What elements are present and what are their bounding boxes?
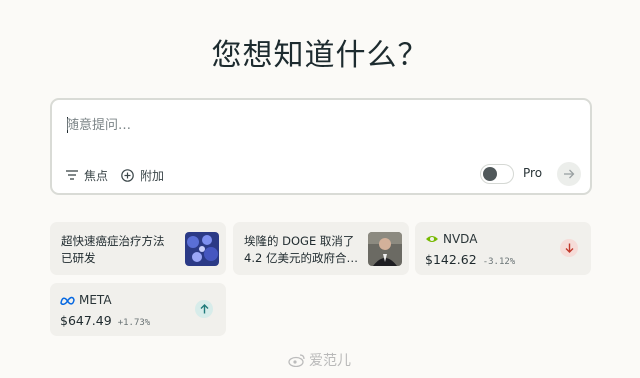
news-title-line: 埃隆的 DOGE 取消了 <box>244 234 355 248</box>
pro-toggle[interactable] <box>480 164 514 184</box>
news-card-doge[interactable]: 埃隆的 DOGE 取消了 4.2 亿美元的政府合… <box>233 222 409 275</box>
stock-price-row: $647.49 +1.73% <box>60 313 150 328</box>
focus-label: 焦点 <box>84 168 109 183</box>
news-card-cancer[interactable]: 超快速癌症治疗方法 已研发 <box>50 222 226 275</box>
submit-button[interactable] <box>557 162 581 186</box>
news-thumbnail <box>368 232 402 266</box>
pro-label: Pro <box>523 166 543 180</box>
person-image-icon <box>368 232 402 266</box>
news-thumbnail <box>185 232 219 266</box>
page-title: 您想知道什么？ <box>211 38 429 73</box>
attach-button[interactable]: 附加 <box>121 165 164 185</box>
molecule-image-icon <box>185 232 219 266</box>
toggle-knob <box>483 167 497 181</box>
meta-logo-icon <box>60 296 75 305</box>
news-title: 埃隆的 DOGE 取消了 4.2 亿美元的政府合… <box>244 233 358 267</box>
news-title: 超快速癌症治疗方法 已研发 <box>61 233 165 267</box>
arrow-up-icon <box>200 304 208 314</box>
stock-ticker: NVDA <box>443 232 478 246</box>
focus-button[interactable]: 焦点 <box>66 165 108 185</box>
stock-header: META <box>60 293 112 307</box>
stock-header: NVDA <box>425 232 477 246</box>
arrow-down-icon <box>565 243 573 253</box>
stock-price: $142.62 <box>425 252 477 267</box>
stock-price: $647.49 <box>60 313 112 328</box>
watermark-text: 爱范儿 <box>309 353 351 369</box>
ask-box[interactable]: 焦点 附加 Pro <box>50 98 592 195</box>
watermark: 爱范儿 <box>288 350 351 370</box>
stock-card-nvda[interactable]: NVDA $142.62 -3.12% <box>415 222 591 275</box>
trend-down-badge <box>560 239 578 257</box>
search-input[interactable] <box>66 114 566 136</box>
news-title-line: 超快速癌症治疗方法 <box>61 234 165 248</box>
news-title-line: 已研发 <box>61 251 96 265</box>
stock-ticker: META <box>79 293 112 307</box>
stock-change: +1.73% <box>117 318 151 328</box>
trend-up-badge <box>195 300 213 318</box>
attach-label: 附加 <box>140 168 165 183</box>
weibo-logo-icon <box>288 354 305 367</box>
stock-change: -3.12% <box>482 257 516 267</box>
stock-price-row: $142.62 -3.12% <box>425 252 515 267</box>
nvidia-logo-icon <box>426 236 438 242</box>
news-title-line: 4.2 亿美元的政府合… <box>244 251 358 265</box>
plus-circle-icon <box>121 168 134 182</box>
filter-lines-icon <box>66 170 78 180</box>
arrow-right-icon <box>564 169 575 179</box>
stock-card-meta[interactable]: META $647.49 +1.73% <box>50 283 226 336</box>
